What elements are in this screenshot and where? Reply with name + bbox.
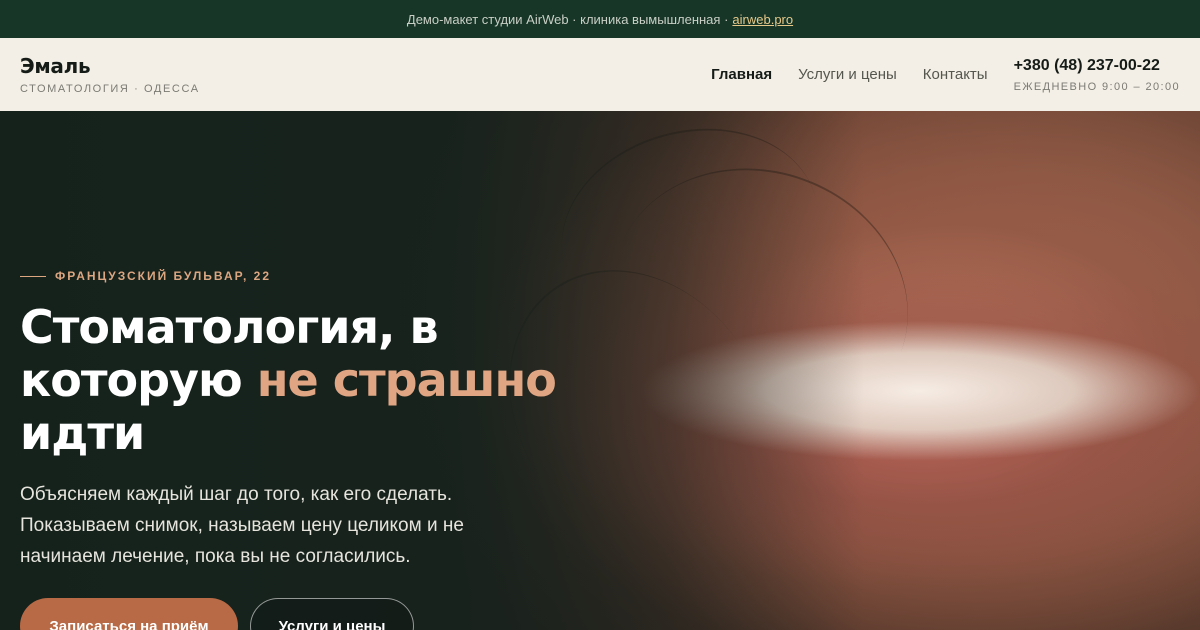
- brand-subtitle: СТОМАТОЛОГИЯ · ОДЕССА: [20, 83, 200, 95]
- hero: ФРАНЦУЗСКИЙ БУЛЬВАР, 22 Стоматология, в …: [0, 111, 1200, 630]
- hero-lead: Объясняем каждый шаг до того, как его сд…: [20, 484, 464, 567]
- headline-accent: не страшно: [256, 353, 557, 407]
- address-text: ФРАНЦУЗСКИЙ БУЛЬВАР, 22: [55, 269, 272, 283]
- nav-item-contacts[interactable]: Контакты: [923, 66, 988, 83]
- demo-banner: Демо-макет студии AirWeb · клиника вымыш…: [0, 0, 1200, 38]
- hero-headline: Стоматология, в которую не страшно идти: [20, 301, 660, 460]
- header-contact: +380 (48) 237-00-22 ЕЖЕДНЕВНО 9:00 – 20:…: [1014, 57, 1180, 93]
- brand[interactable]: Эмаль СТОМАТОЛОГИЯ · ОДЕССА: [20, 54, 200, 95]
- demo-banner-link[interactable]: airweb.pro: [732, 12, 793, 27]
- headline-end: идти: [20, 406, 145, 460]
- eyebrow-line: [20, 275, 46, 277]
- site-header: Эмаль СТОМАТОЛОГИЯ · ОДЕССА Главная Услу…: [0, 38, 1200, 111]
- address-eyebrow: ФРАНЦУЗСКИЙ БУЛЬВАР, 22: [20, 269, 271, 283]
- phone-link[interactable]: +380 (48) 237-00-22: [1014, 57, 1180, 75]
- nav-item-home[interactable]: Главная: [711, 66, 772, 83]
- main-nav: Главная Услуги и цены Контакты: [711, 66, 987, 83]
- nav-item-services[interactable]: Услуги и цены: [798, 66, 897, 83]
- opening-hours: ЕЖЕДНЕВНО 9:00 – 20:00: [1013, 80, 1180, 93]
- book-appointment-button[interactable]: Записаться на приём: [20, 598, 238, 630]
- demo-banner-text: Демо-макет студии AirWeb · клиника вымыш…: [406, 11, 729, 27]
- brand-name: Эмаль: [20, 54, 91, 78]
- services-prices-button[interactable]: Услуги и цены: [250, 598, 414, 630]
